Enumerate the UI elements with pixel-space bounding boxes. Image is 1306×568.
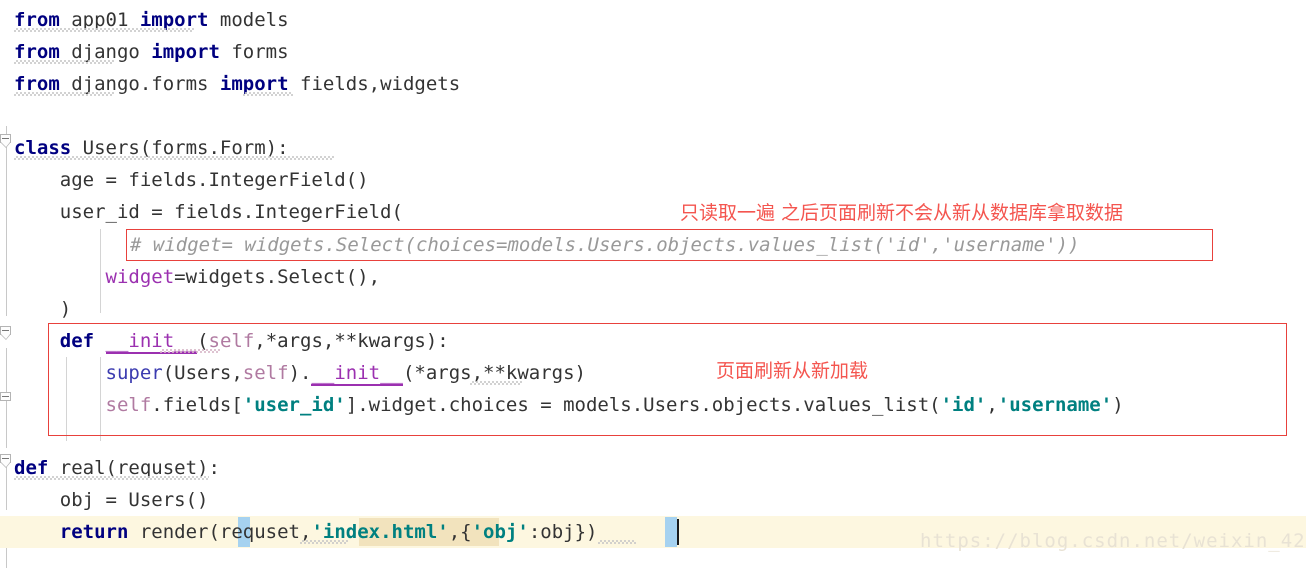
token-obj-assign: obj = Users() bbox=[14, 489, 209, 511]
code-line-11[interactable]: def __init__(self,*args,**kwargs): bbox=[14, 325, 449, 357]
token-dunder-init-call: __init__ bbox=[311, 362, 403, 386]
token-self: self bbox=[105, 394, 152, 416]
token-dict-open: ,{ bbox=[448, 521, 472, 543]
fold-toggle-class-users[interactable] bbox=[0, 134, 13, 148]
token-string-id: 'id' bbox=[940, 394, 987, 416]
token-string-username: 'username' bbox=[997, 394, 1113, 416]
spellcheck-underline bbox=[14, 60, 114, 64]
token-names-fields-widgets: fields,widgets bbox=[288, 73, 461, 95]
fold-minus-icon bbox=[2, 458, 9, 459]
token-comma: , bbox=[986, 394, 998, 416]
token-close-paren: ) bbox=[1112, 394, 1124, 416]
spellcheck-underline bbox=[598, 540, 636, 544]
code-line-16[interactable]: obj = Users() bbox=[14, 484, 209, 516]
editor-fold-gutter[interactable] bbox=[0, 0, 14, 568]
code-line-7[interactable]: user_id = fields.IntegerField( bbox=[14, 196, 403, 228]
token-keyword-return: return bbox=[59, 521, 129, 543]
fold-minus-icon bbox=[2, 396, 9, 397]
token-widgets-select: =widgets.Select(), bbox=[174, 266, 381, 288]
fold-minus-icon bbox=[2, 138, 9, 139]
annotation-text-readonce: 只读取一遍 之后页面刷新不会从新从数据库拿取数据 bbox=[680, 202, 1124, 224]
text-caret bbox=[677, 519, 679, 545]
spellcheck-underline bbox=[470, 381, 522, 385]
code-editor[interactable]: from app01 import models from django imp… bbox=[0, 0, 1306, 568]
fold-tip-inner bbox=[1, 462, 10, 467]
code-line-10[interactable]: ) bbox=[14, 293, 71, 325]
token-keyword-def: def bbox=[59, 330, 95, 352]
token-name-models: models bbox=[208, 9, 289, 31]
token-widget-choices-assign: ].widget.choices = models.Users.objects.… bbox=[345, 394, 941, 416]
watermark-url: https://blog.csdn.net/weixin_42100915 bbox=[920, 530, 1306, 552]
spellcheck-underline bbox=[300, 540, 348, 544]
fold-guide-line bbox=[6, 462, 7, 510]
spellcheck-underline bbox=[14, 156, 334, 160]
code-line-6[interactable]: age = fields.IntegerField() bbox=[14, 164, 369, 196]
code-line-9[interactable]: widget=widgets.Select(), bbox=[14, 261, 381, 293]
spellcheck-underline bbox=[14, 92, 114, 96]
token-dict-close: :obj}) bbox=[528, 521, 598, 543]
spellcheck-underline bbox=[243, 92, 293, 96]
token-super-args: (Users, bbox=[162, 362, 243, 384]
spellcheck-underline bbox=[14, 28, 194, 32]
spellcheck-underline bbox=[160, 349, 220, 353]
token-kwarg-widget: widget bbox=[105, 266, 175, 288]
fold-minus-icon bbox=[2, 330, 9, 331]
fold-toggle-init-method[interactable] bbox=[0, 326, 13, 340]
token-comment-widget-select: # widget= widgets.Select(choices=models.… bbox=[130, 234, 1080, 256]
fold-tip-inner bbox=[1, 334, 10, 339]
token-dot: ). bbox=[288, 362, 312, 384]
spellcheck-underline bbox=[14, 476, 209, 480]
token-string-obj: 'obj' bbox=[471, 521, 529, 543]
token-close-paren: ) bbox=[14, 298, 72, 320]
bracket-match-close bbox=[665, 517, 677, 547]
token-field-user-id: user_id = fields.IntegerField( bbox=[14, 201, 403, 223]
fold-guide-line bbox=[6, 156, 7, 316]
fold-toggle-init-body[interactable] bbox=[0, 392, 13, 405]
token-builtin-super: super bbox=[105, 362, 163, 384]
token-fields-index: .fields[ bbox=[151, 394, 243, 416]
token-field-age: age = fields.IntegerField() bbox=[14, 169, 369, 191]
code-line-13[interactable]: self.fields['user_id'].widget.choices = … bbox=[14, 389, 1124, 421]
token-keyword-import: import bbox=[151, 41, 220, 63]
token-params-args-kwargs: ,*args,**kwargs): bbox=[254, 330, 449, 352]
token-render-call: render(requset, bbox=[128, 521, 312, 543]
annotation-text-reload: 页面刷新从新加载 bbox=[716, 360, 869, 382]
token-name-forms: forms bbox=[219, 41, 289, 63]
code-line-8-comment[interactable]: # widget= widgets.Select(choices=models.… bbox=[130, 229, 1079, 261]
token-string-user-id: 'user_id' bbox=[242, 394, 346, 416]
token-self: self bbox=[242, 362, 289, 384]
fold-toggle-def-real[interactable] bbox=[0, 454, 13, 468]
fold-tip-inner bbox=[1, 142, 10, 147]
